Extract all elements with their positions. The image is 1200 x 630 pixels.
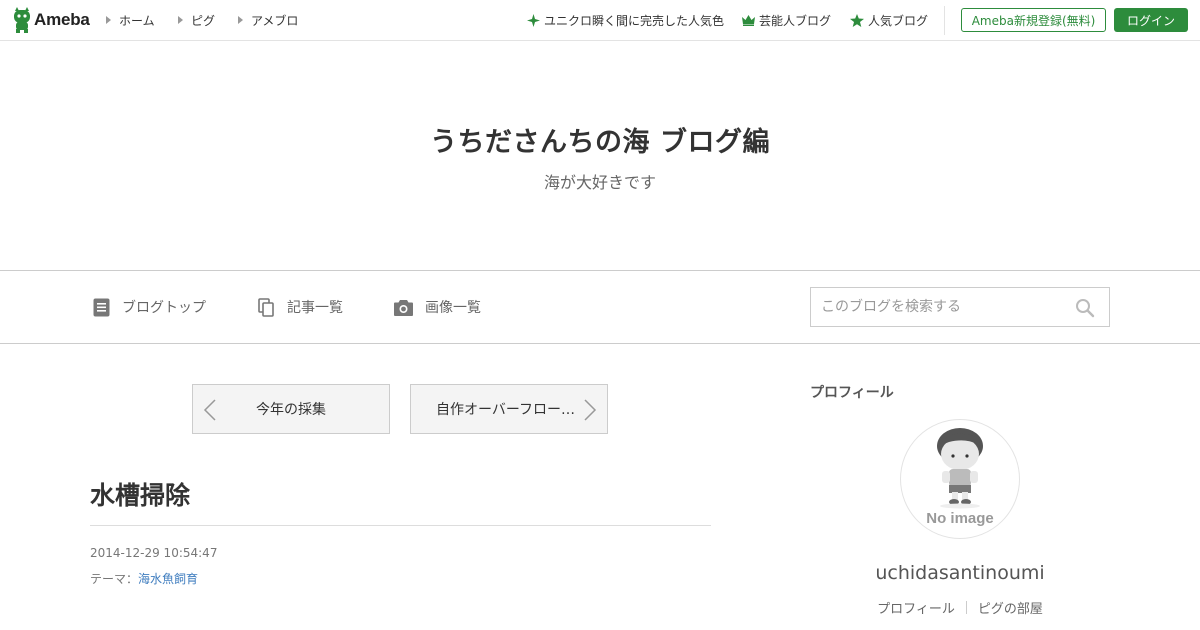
- nav-home[interactable]: ホーム: [106, 0, 155, 40]
- next-entry-button[interactable]: 自作オーバーフロー…: [410, 384, 608, 434]
- blog-description: 海が大好きです: [543, 173, 656, 192]
- blog-nav-entries[interactable]: 記事一覧: [258, 271, 343, 343]
- pages-icon: [258, 297, 274, 317]
- prev-entry-label: 今年の採集: [256, 402, 326, 418]
- login-button[interactable]: ログイン: [1114, 8, 1188, 32]
- triangle-right-icon: [238, 16, 243, 24]
- camera-icon: [394, 299, 413, 316]
- chevron-left-icon: [203, 399, 216, 421]
- chevron-right-icon: [584, 399, 597, 421]
- register-button[interactable]: Ameba新規登録(無料): [961, 8, 1106, 32]
- header-divider: [944, 6, 945, 35]
- header-link-celebrity-label: 芸能人ブログ: [759, 13, 832, 28]
- blog-search-input[interactable]: [811, 288, 1071, 326]
- blog-nav-entries-label: 記事一覧: [287, 300, 343, 316]
- profile-username[interactable]: uchidasantinoumi: [810, 562, 1110, 584]
- profile-links: プロフィール ピグの部屋: [810, 598, 1110, 617]
- global-header: Ameba ホーム ピグ アメブロ ユニクロ瞬く間に完売した人気色 芸能人ブログ…: [0, 0, 1200, 41]
- blog-nav: ブログトップ 記事一覧 画像一覧: [0, 270, 1200, 344]
- header-link-popular-label: 人気ブログ: [868, 13, 929, 28]
- blog-nav-images-label: 画像一覧: [425, 300, 481, 316]
- triangle-right-icon: [106, 16, 111, 24]
- ameba-mascot-icon: [14, 7, 30, 33]
- sparkle-icon: [527, 13, 540, 27]
- nav-home-label: ホーム: [119, 13, 155, 28]
- document-icon: [93, 298, 110, 316]
- nav-pigg[interactable]: ピグ: [178, 0, 215, 40]
- logo-text: Ameba: [34, 10, 90, 29]
- nav-ameblo[interactable]: アメブロ: [238, 0, 298, 40]
- star-icon: [850, 13, 864, 27]
- blog-nav-top-label: ブログトップ: [122, 300, 206, 316]
- triangle-right-icon: [178, 16, 183, 24]
- ameba-logo[interactable]: Ameba: [12, 7, 90, 33]
- pigg-room-link[interactable]: ピグの部屋: [978, 598, 1043, 617]
- avatar[interactable]: No image: [900, 419, 1020, 539]
- article-theme-prefix: テーマ：: [90, 572, 139, 586]
- blog-search: [810, 287, 1110, 327]
- avatar-placeholder-text: No image: [926, 510, 994, 527]
- header-link-uniqlo-label: ユニクロ瞬く間に完売した人気色: [544, 13, 725, 28]
- nav-ameblo-label: アメブロ: [251, 13, 299, 28]
- article-date: 2014-12-29 10:54:47: [90, 546, 218, 560]
- search-icon[interactable]: [1075, 298, 1095, 318]
- article-divider: [90, 525, 711, 526]
- article-theme-link[interactable]: 海水魚飼育: [138, 572, 198, 586]
- article-theme: テーマ：海水魚飼育: [90, 570, 198, 587]
- blog-nav-images[interactable]: 画像一覧: [394, 271, 481, 343]
- header-link-popular[interactable]: 人気ブログ: [850, 0, 928, 40]
- nav-pigg-label: ピグ: [191, 13, 216, 28]
- crown-icon: [742, 14, 755, 26]
- prev-entry-button[interactable]: 今年の採集: [192, 384, 390, 434]
- blog-title[interactable]: うちださんちの海 ブログ編: [0, 120, 1200, 159]
- profile-heading: プロフィール: [810, 385, 894, 401]
- article-title[interactable]: 水槽掃除: [90, 476, 190, 512]
- profile-links-divider: [965, 601, 967, 614]
- header-link-uniqlo[interactable]: ユニクロ瞬く間に完売した人気色: [527, 0, 724, 40]
- profile-link[interactable]: プロフィール: [877, 598, 955, 617]
- header-link-celebrity[interactable]: 芸能人ブログ: [742, 0, 831, 40]
- blog-nav-top[interactable]: ブログトップ: [93, 271, 206, 343]
- next-entry-label: 自作オーバーフロー…: [436, 402, 576, 418]
